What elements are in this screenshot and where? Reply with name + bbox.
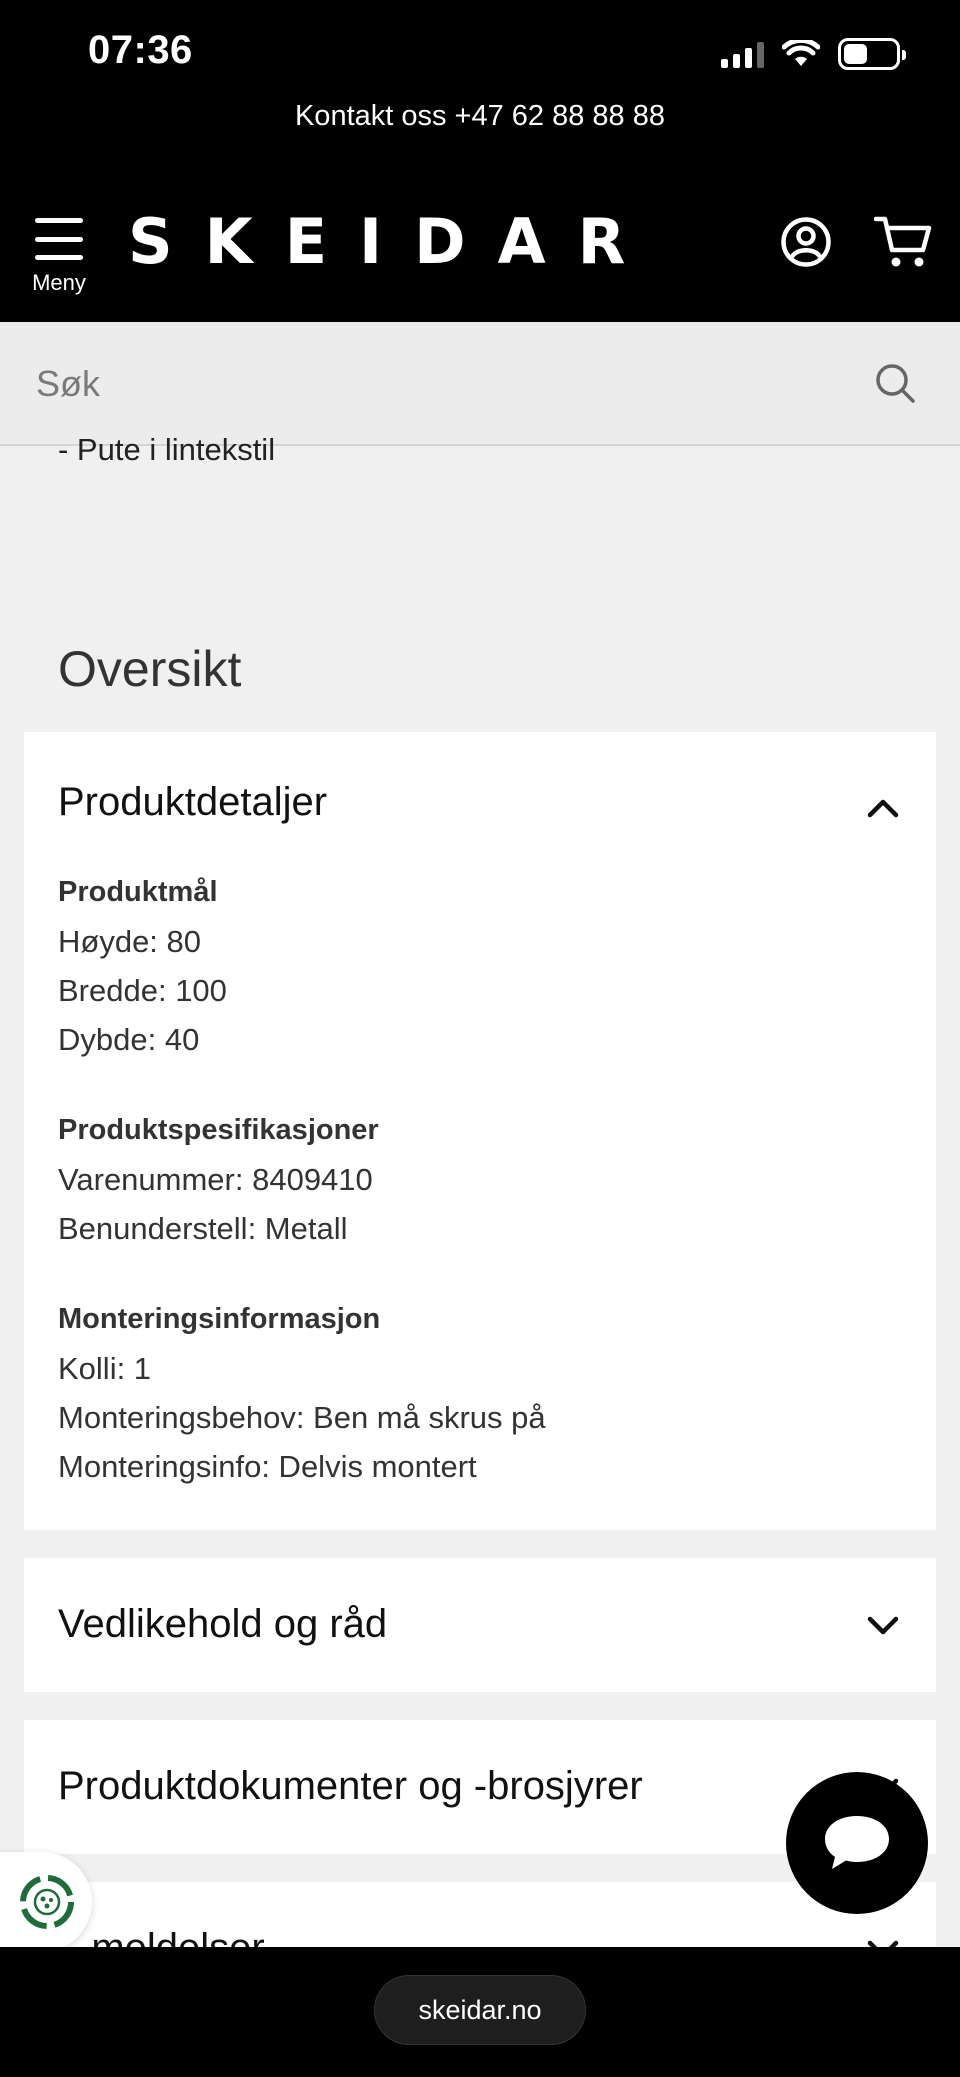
section-heading: Produktspesifikasjoner: [58, 1114, 379, 1146]
detail-line: Monteringsinfo: Delvis montert: [58, 1449, 477, 1484]
accordion-title-maintenance: Vedlikehold og råd: [58, 1602, 388, 1646]
detail-line: Kolli: 1: [58, 1351, 152, 1386]
detail-line: Dybde: 40: [58, 1022, 200, 1057]
detail-line: Monteringsbehov: Ben må skrus på: [58, 1400, 546, 1435]
overview-heading: Oversikt: [58, 641, 242, 697]
detail-line: Varenummer: 8409410: [58, 1162, 373, 1197]
product-details-body: Produktmål Høyde: 80 Bredde: 100 Dybde: …: [58, 868, 546, 1491]
status-time: 07:36: [88, 28, 193, 72]
section-heading: Produktmål: [58, 876, 218, 908]
accordion-maintenance[interactable]: Vedlikehold og råd: [24, 1558, 936, 1692]
chevron-up-icon[interactable]: [866, 796, 900, 818]
skeidar-logo[interactable]: SKEIDAR: [128, 205, 657, 278]
product-feature-text: - Pute i lintekstil: [58, 432, 276, 467]
cart-icon[interactable]: [874, 214, 932, 270]
account-icon[interactable]: [780, 216, 832, 268]
browser-bottom-bar: skeidar.no: [0, 1947, 960, 2077]
url-bar[interactable]: skeidar.no: [374, 1975, 586, 2045]
search-input[interactable]: [36, 352, 836, 416]
chat-button[interactable]: [786, 1772, 928, 1914]
hamburger-icon: [35, 218, 83, 260]
search-icon[interactable]: [874, 362, 916, 404]
accordion-title-product-details[interactable]: Produktdetaljer: [58, 780, 327, 825]
chevron-down-icon[interactable]: [866, 1614, 900, 1636]
chat-bubble-icon: [825, 1816, 889, 1869]
detail-line: Benunderstell: Metall: [58, 1211, 348, 1246]
cellular-signal-icon: [721, 40, 764, 68]
search-bar: [0, 322, 960, 446]
accordion-title-documents: Produktdokumenter og -brosjyrer: [58, 1764, 643, 1808]
detail-line: Bredde: 100: [58, 973, 227, 1008]
menu-button[interactable]: Meny: [24, 218, 94, 304]
wifi-icon: [782, 40, 820, 66]
menu-label: Meny: [32, 270, 86, 295]
contact-phone-link[interactable]: Kontakt oss +47 62 88 88 88: [0, 100, 960, 133]
detail-line: Høyde: 80: [58, 924, 202, 959]
status-icons: [721, 38, 906, 70]
battery-icon: [838, 38, 906, 70]
section-heading: Monteringsinformasjon: [58, 1303, 381, 1335]
top-header: 07:36 Kontakt oss +47 62 88 88 88 Meny S…: [0, 0, 960, 322]
recycle-icon: [20, 1875, 74, 1929]
